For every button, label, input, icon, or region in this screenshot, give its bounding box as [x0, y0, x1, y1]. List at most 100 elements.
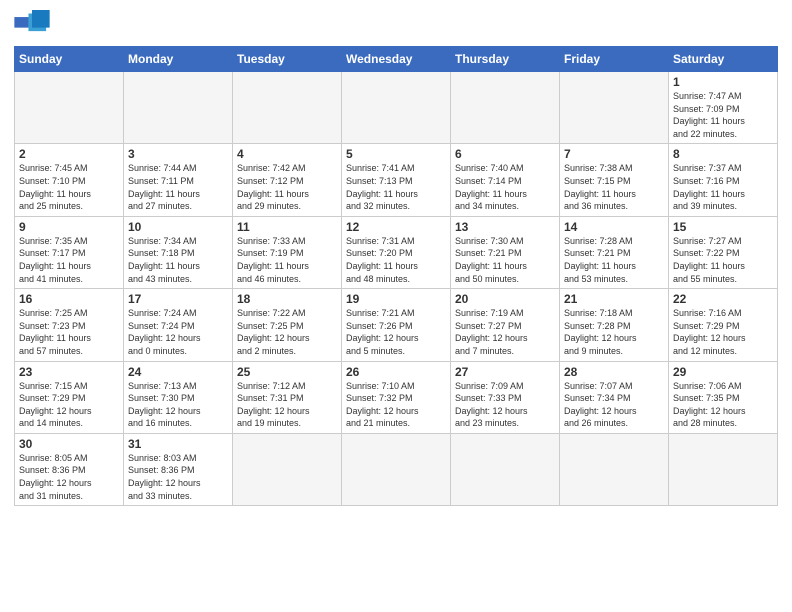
calendar-day-cell: 12Sunrise: 7:31 AM Sunset: 7:20 PM Dayli…: [342, 216, 451, 288]
calendar-day-cell: [451, 433, 560, 505]
day-info: Sunrise: 7:41 AM Sunset: 7:13 PM Dayligh…: [346, 162, 446, 212]
calendar-day-cell: [560, 72, 669, 144]
day-number: 6: [455, 147, 555, 161]
calendar-day-cell: 9Sunrise: 7:35 AM Sunset: 7:17 PM Daylig…: [15, 216, 124, 288]
page: SundayMondayTuesdayWednesdayThursdayFrid…: [0, 0, 792, 520]
weekday-header-saturday: Saturday: [669, 47, 778, 72]
day-number: 9: [19, 220, 119, 234]
day-info: Sunrise: 7:09 AM Sunset: 7:33 PM Dayligh…: [455, 380, 555, 430]
day-info: Sunrise: 8:05 AM Sunset: 8:36 PM Dayligh…: [19, 452, 119, 502]
weekday-header-friday: Friday: [560, 47, 669, 72]
day-number: 4: [237, 147, 337, 161]
day-number: 24: [128, 365, 228, 379]
calendar-day-cell: 25Sunrise: 7:12 AM Sunset: 7:31 PM Dayli…: [233, 361, 342, 433]
day-info: Sunrise: 7:25 AM Sunset: 7:23 PM Dayligh…: [19, 307, 119, 357]
calendar-day-cell: 26Sunrise: 7:10 AM Sunset: 7:32 PM Dayli…: [342, 361, 451, 433]
day-info: Sunrise: 7:12 AM Sunset: 7:31 PM Dayligh…: [237, 380, 337, 430]
logo: [14, 10, 54, 40]
day-info: Sunrise: 7:40 AM Sunset: 7:14 PM Dayligh…: [455, 162, 555, 212]
calendar-day-cell: [233, 433, 342, 505]
day-number: 31: [128, 437, 228, 451]
day-number: 26: [346, 365, 446, 379]
calendar-day-cell: [560, 433, 669, 505]
calendar-day-cell: 21Sunrise: 7:18 AM Sunset: 7:28 PM Dayli…: [560, 289, 669, 361]
day-info: Sunrise: 7:15 AM Sunset: 7:29 PM Dayligh…: [19, 380, 119, 430]
calendar-day-cell: 6Sunrise: 7:40 AM Sunset: 7:14 PM Daylig…: [451, 144, 560, 216]
calendar-day-cell: 2Sunrise: 7:45 AM Sunset: 7:10 PM Daylig…: [15, 144, 124, 216]
day-info: Sunrise: 7:06 AM Sunset: 7:35 PM Dayligh…: [673, 380, 773, 430]
day-number: 21: [564, 292, 664, 306]
weekday-header-wednesday: Wednesday: [342, 47, 451, 72]
calendar-day-cell: [669, 433, 778, 505]
day-info: Sunrise: 7:47 AM Sunset: 7:09 PM Dayligh…: [673, 90, 773, 140]
calendar-day-cell: 14Sunrise: 7:28 AM Sunset: 7:21 PM Dayli…: [560, 216, 669, 288]
day-info: Sunrise: 7:24 AM Sunset: 7:24 PM Dayligh…: [128, 307, 228, 357]
day-number: 11: [237, 220, 337, 234]
calendar-day-cell: 4Sunrise: 7:42 AM Sunset: 7:12 PM Daylig…: [233, 144, 342, 216]
weekday-header-thursday: Thursday: [451, 47, 560, 72]
day-info: Sunrise: 7:31 AM Sunset: 7:20 PM Dayligh…: [346, 235, 446, 285]
day-number: 17: [128, 292, 228, 306]
day-number: 18: [237, 292, 337, 306]
day-number: 15: [673, 220, 773, 234]
day-info: Sunrise: 7:19 AM Sunset: 7:27 PM Dayligh…: [455, 307, 555, 357]
day-number: 1: [673, 75, 773, 89]
day-info: Sunrise: 7:30 AM Sunset: 7:21 PM Dayligh…: [455, 235, 555, 285]
calendar-day-cell: 1Sunrise: 7:47 AM Sunset: 7:09 PM Daylig…: [669, 72, 778, 144]
calendar: SundayMondayTuesdayWednesdayThursdayFrid…: [14, 46, 778, 506]
calendar-day-cell: 24Sunrise: 7:13 AM Sunset: 7:30 PM Dayli…: [124, 361, 233, 433]
generalblue-icon: [14, 10, 50, 40]
day-number: 27: [455, 365, 555, 379]
day-info: Sunrise: 7:07 AM Sunset: 7:34 PM Dayligh…: [564, 380, 664, 430]
calendar-day-cell: 8Sunrise: 7:37 AM Sunset: 7:16 PM Daylig…: [669, 144, 778, 216]
day-info: Sunrise: 7:13 AM Sunset: 7:30 PM Dayligh…: [128, 380, 228, 430]
calendar-day-cell: 31Sunrise: 8:03 AM Sunset: 8:36 PM Dayli…: [124, 433, 233, 505]
calendar-day-cell: [15, 72, 124, 144]
day-number: 25: [237, 365, 337, 379]
header: [14, 10, 778, 40]
calendar-day-cell: 15Sunrise: 7:27 AM Sunset: 7:22 PM Dayli…: [669, 216, 778, 288]
day-number: 28: [564, 365, 664, 379]
calendar-day-cell: 30Sunrise: 8:05 AM Sunset: 8:36 PM Dayli…: [15, 433, 124, 505]
calendar-week-row: 2Sunrise: 7:45 AM Sunset: 7:10 PM Daylig…: [15, 144, 778, 216]
day-info: Sunrise: 7:45 AM Sunset: 7:10 PM Dayligh…: [19, 162, 119, 212]
day-info: Sunrise: 7:38 AM Sunset: 7:15 PM Dayligh…: [564, 162, 664, 212]
calendar-day-cell: 20Sunrise: 7:19 AM Sunset: 7:27 PM Dayli…: [451, 289, 560, 361]
calendar-day-cell: 29Sunrise: 7:06 AM Sunset: 7:35 PM Dayli…: [669, 361, 778, 433]
calendar-day-cell: 5Sunrise: 7:41 AM Sunset: 7:13 PM Daylig…: [342, 144, 451, 216]
day-number: 8: [673, 147, 773, 161]
day-info: Sunrise: 7:18 AM Sunset: 7:28 PM Dayligh…: [564, 307, 664, 357]
day-number: 3: [128, 147, 228, 161]
calendar-day-cell: 16Sunrise: 7:25 AM Sunset: 7:23 PM Dayli…: [15, 289, 124, 361]
day-number: 30: [19, 437, 119, 451]
day-number: 19: [346, 292, 446, 306]
calendar-week-row: 23Sunrise: 7:15 AM Sunset: 7:29 PM Dayli…: [15, 361, 778, 433]
day-number: 23: [19, 365, 119, 379]
day-number: 22: [673, 292, 773, 306]
day-number: 12: [346, 220, 446, 234]
day-number: 2: [19, 147, 119, 161]
day-info: Sunrise: 7:10 AM Sunset: 7:32 PM Dayligh…: [346, 380, 446, 430]
calendar-day-cell: 13Sunrise: 7:30 AM Sunset: 7:21 PM Dayli…: [451, 216, 560, 288]
day-info: Sunrise: 7:35 AM Sunset: 7:17 PM Dayligh…: [19, 235, 119, 285]
day-number: 29: [673, 365, 773, 379]
calendar-day-cell: 18Sunrise: 7:22 AM Sunset: 7:25 PM Dayli…: [233, 289, 342, 361]
day-info: Sunrise: 7:33 AM Sunset: 7:19 PM Dayligh…: [237, 235, 337, 285]
day-info: Sunrise: 7:22 AM Sunset: 7:25 PM Dayligh…: [237, 307, 337, 357]
weekday-header-sunday: Sunday: [15, 47, 124, 72]
calendar-day-cell: [124, 72, 233, 144]
day-info: Sunrise: 7:34 AM Sunset: 7:18 PM Dayligh…: [128, 235, 228, 285]
day-info: Sunrise: 8:03 AM Sunset: 8:36 PM Dayligh…: [128, 452, 228, 502]
calendar-day-cell: [342, 433, 451, 505]
calendar-day-cell: 28Sunrise: 7:07 AM Sunset: 7:34 PM Dayli…: [560, 361, 669, 433]
calendar-day-cell: 23Sunrise: 7:15 AM Sunset: 7:29 PM Dayli…: [15, 361, 124, 433]
calendar-week-row: 1Sunrise: 7:47 AM Sunset: 7:09 PM Daylig…: [15, 72, 778, 144]
calendar-day-cell: 17Sunrise: 7:24 AM Sunset: 7:24 PM Dayli…: [124, 289, 233, 361]
calendar-week-row: 9Sunrise: 7:35 AM Sunset: 7:17 PM Daylig…: [15, 216, 778, 288]
calendar-week-row: 30Sunrise: 8:05 AM Sunset: 8:36 PM Dayli…: [15, 433, 778, 505]
day-number: 13: [455, 220, 555, 234]
weekday-header-monday: Monday: [124, 47, 233, 72]
weekday-header-tuesday: Tuesday: [233, 47, 342, 72]
day-info: Sunrise: 7:37 AM Sunset: 7:16 PM Dayligh…: [673, 162, 773, 212]
calendar-day-cell: 10Sunrise: 7:34 AM Sunset: 7:18 PM Dayli…: [124, 216, 233, 288]
